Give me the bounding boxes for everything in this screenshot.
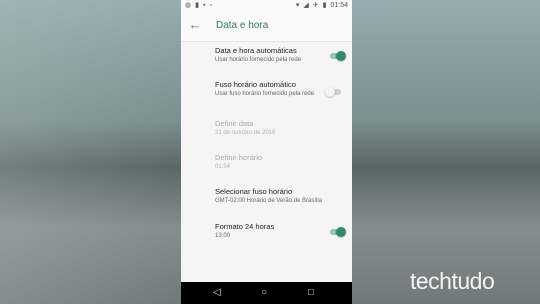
setting-title: Selecionar fuso horário xyxy=(215,187,293,196)
page-title: Data e hora xyxy=(216,20,269,31)
image-icon: ▫ xyxy=(209,2,212,9)
toggle-knob xyxy=(325,87,335,97)
video-icon: ▮ xyxy=(195,2,199,9)
message-icon: ▪ xyxy=(202,2,206,9)
setting-title: Definir horário xyxy=(215,153,263,162)
setting-subtitle: 13:00 xyxy=(215,233,231,239)
setting-subtitle: GMT-02:00 Horário de Verão de Brasília xyxy=(215,198,323,204)
whatsapp-icon: ◍ xyxy=(185,2,192,9)
techtudo-watermark: techtudo xyxy=(410,268,495,294)
recents-nav-icon[interactable]: □ xyxy=(308,286,314,300)
airplane-icon: ✈ xyxy=(312,2,319,9)
setting-title: Definir data xyxy=(215,119,254,128)
signal-icon: ◢ xyxy=(303,2,309,9)
auto-datetime-toggle[interactable] xyxy=(330,51,346,61)
setting-subtitle: 21 de outubro de 2018 xyxy=(215,130,276,136)
navigation-bar: ◁ ○ □ xyxy=(181,282,352,304)
background-blur xyxy=(0,0,180,304)
setting-24h-format[interactable]: Formato 24 horas 13:00 xyxy=(215,222,345,241)
setting-set-date[interactable]: Definir data 21 de outubro de 2018 xyxy=(215,119,345,138)
setting-title: Formato 24 horas xyxy=(215,222,275,231)
setting-subtitle: 01:54 xyxy=(215,164,231,170)
toggle-knob xyxy=(336,227,346,237)
wifi-icon: ▾ xyxy=(295,2,300,9)
setting-auto-timezone[interactable]: Fuso horário automático Usar fuso horári… xyxy=(215,80,320,99)
back-nav-icon[interactable]: ◁ xyxy=(213,286,221,300)
setting-select-timezone[interactable]: Selecionar fuso horário GMT-02:00 Horári… xyxy=(215,187,345,206)
setting-title: Data e hora automáticas xyxy=(215,46,297,55)
24h-format-toggle[interactable] xyxy=(330,227,346,237)
back-arrow-icon[interactable]: ← xyxy=(188,18,202,32)
status-time: 01:54 xyxy=(330,2,348,9)
status-bar: ◍ ▮ ▪ ▫ ▾ ◢ ✈ ▮ 01:54 xyxy=(181,0,352,11)
toggle-knob xyxy=(336,51,346,61)
home-nav-icon[interactable]: ○ xyxy=(261,286,267,300)
setting-auto-datetime[interactable]: Data e hora automáticas Usar horário for… xyxy=(215,46,345,65)
battery-icon: ▮ xyxy=(322,2,327,9)
phone-screen: ◍ ▮ ▪ ▫ ▾ ◢ ✈ ▮ 01:54 ← Data e hora Data… xyxy=(181,0,352,304)
setting-subtitle: Usar fuso horário fornecido pela rede xyxy=(215,91,315,97)
app-bar: ← Data e hora xyxy=(181,11,352,42)
setting-title: Fuso horário automático xyxy=(215,80,296,89)
setting-subtitle: Usar horário fornecido pela rede xyxy=(215,57,302,63)
setting-set-time[interactable]: Definir horário 01:54 xyxy=(215,153,345,172)
auto-timezone-toggle[interactable] xyxy=(325,87,341,97)
